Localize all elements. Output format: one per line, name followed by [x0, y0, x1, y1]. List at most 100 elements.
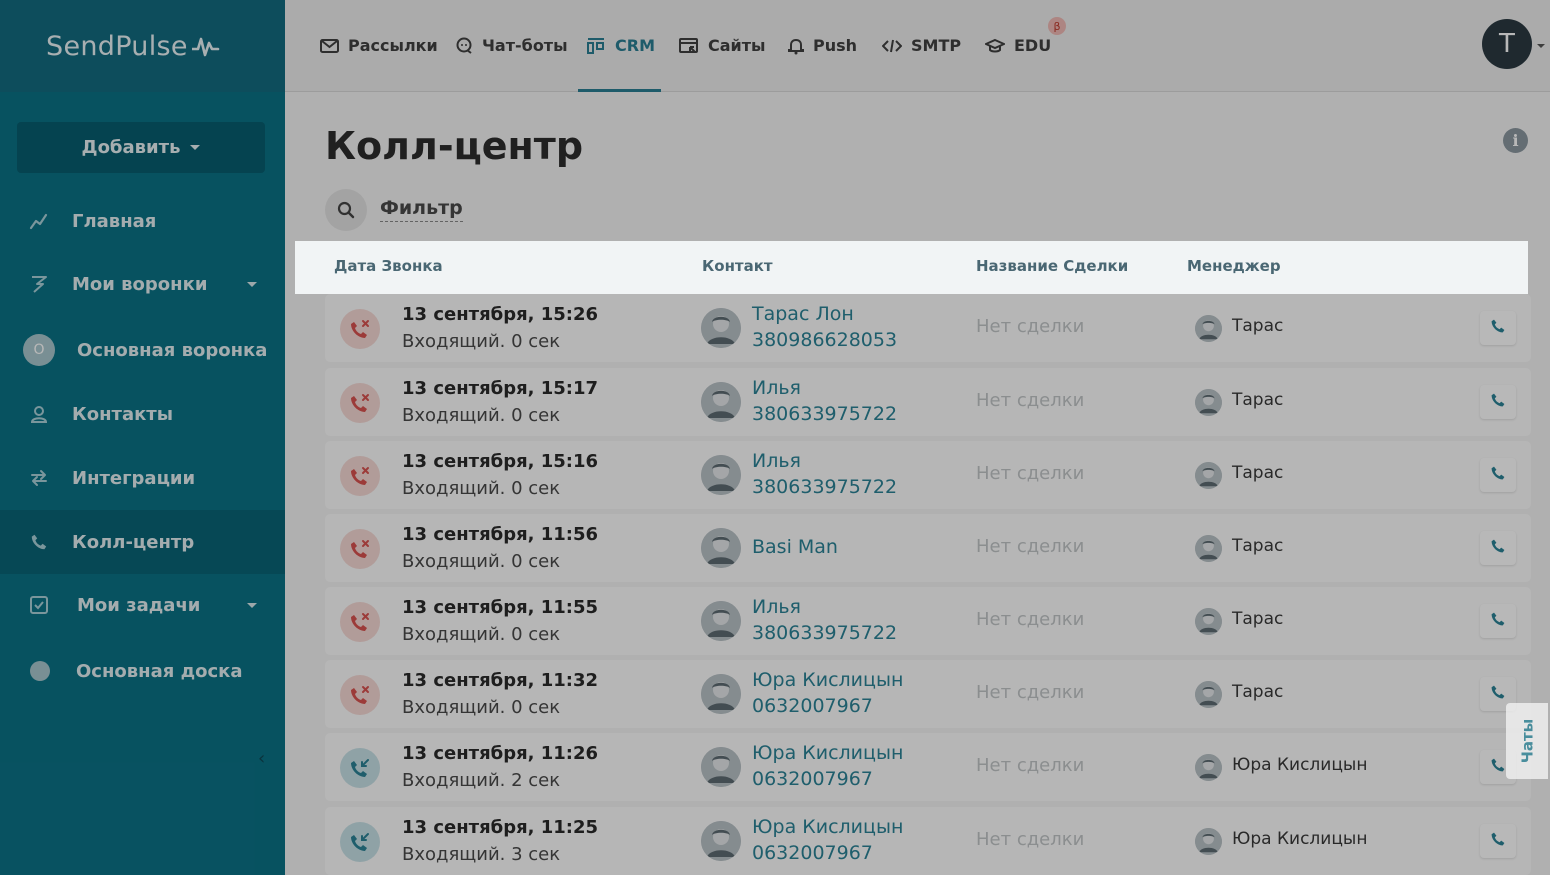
manager-avatar: [1195, 535, 1222, 562]
contact-name-link[interactable]: Илья: [752, 377, 801, 399]
logo[interactable]: SendPulse: [0, 0, 285, 92]
topnav-label: SMTP: [911, 36, 962, 55]
call-back-button[interactable]: [1480, 385, 1516, 419]
contact-name-link[interactable]: Илья: [752, 450, 801, 472]
contact-phone[interactable]: 0632007967: [752, 842, 873, 864]
user-avatar[interactable]: T: [1482, 19, 1532, 69]
column-header-deal[interactable]: Название Сделки: [976, 257, 1128, 275]
missed-call-icon: [340, 675, 380, 715]
call-date: 13 сентября, 11:32: [402, 670, 599, 691]
deal-name: Нет сделки: [976, 536, 1085, 557]
sidebar-item-label: Колл-центр: [72, 531, 195, 553]
call-direction-duration: Входящий. 3 сек: [402, 844, 561, 865]
contact-phone[interactable]: 380633975722: [752, 403, 897, 425]
sidebar-item-call-center[interactable]: Колл-центр: [0, 510, 285, 574]
filter-search-button[interactable]: [325, 189, 367, 231]
contacts-icon: [28, 403, 50, 425]
call-back-button[interactable]: [1480, 531, 1516, 565]
chevron-down-icon[interactable]: [1537, 44, 1545, 48]
chevron-down-icon[interactable]: [247, 281, 257, 287]
collapse-sidebar-icon[interactable]: ‹: [258, 748, 265, 769]
call-back-button[interactable]: [1480, 458, 1516, 492]
topnav-item-crm[interactable]: CRM: [586, 36, 655, 55]
contact-phone[interactable]: 380633975722: [752, 622, 897, 644]
column-header-date[interactable]: Дата Звонка: [334, 257, 443, 275]
contact-name-link[interactable]: Юра Кислицын: [752, 816, 903, 838]
search-icon: [337, 201, 355, 219]
call-back-button[interactable]: [1480, 604, 1516, 638]
table-row[interactable]: 13 сентября, 11:55 Входящий. 0 сек Илья 380…: [325, 587, 1531, 655]
topnav-item-smtp[interactable]: SMTP: [882, 36, 961, 55]
arrows-exchange-icon: [28, 467, 50, 489]
filter-toggle[interactable]: Фильтр: [380, 197, 463, 222]
contact-name-link[interactable]: Basi Man: [752, 536, 838, 558]
contact-phone[interactable]: 0632007967: [752, 695, 873, 717]
incoming-call-icon: [340, 748, 380, 788]
sidebar-item-home[interactable]: Главная: [0, 189, 285, 253]
funnel-badge: О: [23, 334, 55, 366]
contact-name-link[interactable]: Тарас Лон: [752, 303, 854, 325]
chats-tab[interactable]: Чаты: [1506, 703, 1548, 779]
call-back-button[interactable]: [1480, 311, 1516, 345]
contact-name-link[interactable]: Юра Кислицын: [752, 669, 903, 691]
call-direction-duration: Входящий. 2 сек: [402, 770, 561, 791]
deal-name: Нет сделки: [976, 609, 1085, 630]
code-icon: [882, 39, 902, 52]
table-row[interactable]: 13 сентября, 15:17 Входящий. 0 сек Илья 380…: [325, 368, 1531, 436]
contact-name-link[interactable]: Юра Кислицын: [752, 742, 903, 764]
table-row[interactable]: 13 сентября, 15:16 Входящий. 0 сек Илья 380…: [325, 441, 1531, 509]
call-direction-duration: Входящий. 0 сек: [402, 697, 561, 718]
topnav-item-edu[interactable]: EDU: [985, 36, 1051, 55]
topnav-label: Push: [813, 36, 858, 55]
bell-icon: [788, 38, 804, 54]
info-icon[interactable]: i: [1503, 128, 1528, 153]
sidebar-item-funnels[interactable]: Мои воронки: [0, 252, 285, 316]
table-row[interactable]: 13 сентября, 11:32 Входящий. 0 сек Юра Кис…: [325, 660, 1531, 728]
manager-avatar: [1195, 315, 1222, 342]
contact-phone[interactable]: 380633975722: [752, 476, 897, 498]
chevron-down-icon[interactable]: [247, 602, 257, 608]
manager-name: Юра Кислицын: [1232, 829, 1368, 849]
phone-icon: [1490, 611, 1506, 631]
call-direction-duration: Входящий. 0 сек: [402, 624, 561, 645]
missed-call-icon: [340, 529, 380, 569]
table-row[interactable]: 13 сентября, 11:56 Входящий. 0 сек Basi Ma…: [325, 514, 1531, 582]
contact-phone[interactable]: 380986628053: [752, 329, 897, 351]
top-navigation: Рассылки Чат-боты CRM Сайты Push SMTP ED…: [285, 0, 1550, 92]
sidebar: SendPulse Добавить Главная Мои воронки О…: [0, 0, 285, 875]
topnav-item-push[interactable]: Push: [788, 36, 857, 55]
table-row[interactable]: 13 сентября, 15:26 Входящий. 0 сек Тарас Л…: [325, 294, 1531, 362]
sidebar-item-tasks[interactable]: Мои задачи: [0, 573, 285, 637]
table-row[interactable]: 13 сентября, 11:26 Входящий. 2 сек Юра Кис…: [325, 733, 1531, 801]
sidebar-item-contacts[interactable]: Контакты: [0, 382, 285, 446]
sidebar-item-main-funnel[interactable]: О Основная воронка: [0, 318, 285, 382]
topnav-item-sites[interactable]: Сайты: [679, 36, 766, 55]
manager-name: Тарас: [1232, 463, 1284, 483]
deal-name: Нет сделки: [976, 390, 1085, 411]
phone-icon: [1490, 831, 1506, 851]
site-icon: [679, 37, 698, 53]
sidebar-item-integrations[interactable]: Интеграции: [0, 446, 285, 510]
sidebar-item-main-board[interactable]: Основная доска: [0, 639, 285, 703]
topnav-item-mailings[interactable]: Рассылки: [320, 36, 438, 55]
contact-name-link[interactable]: Илья: [752, 596, 801, 618]
column-header-contact[interactable]: Контакт: [702, 257, 773, 275]
table-row[interactable]: 13 сентября, 11:25 Входящий. 3 сек Юра Кис…: [325, 807, 1531, 875]
contact-phone[interactable]: 0632007967: [752, 768, 873, 790]
topnav-label: Чат-боты: [482, 36, 568, 55]
pulse-icon: [191, 37, 220, 57]
topnav-item-chatbots[interactable]: Чат-боты: [455, 36, 568, 55]
column-header-manager[interactable]: Менеджер: [1187, 257, 1281, 275]
call-back-button[interactable]: [1480, 824, 1516, 858]
topnav-label: Рассылки: [348, 36, 438, 55]
call-direction-duration: Входящий. 0 сек: [402, 405, 561, 426]
incoming-call-icon: [340, 822, 380, 862]
deal-name: Нет сделки: [976, 755, 1085, 776]
manager-avatar: [1195, 681, 1222, 708]
page-title: Колл-центр: [325, 124, 584, 168]
manager-name: Тарас: [1232, 316, 1284, 336]
contact-avatar: [701, 674, 741, 714]
add-button[interactable]: Добавить: [17, 122, 265, 173]
phone-icon: [1490, 318, 1506, 338]
call-date: 13 сентября, 11:56: [402, 524, 599, 545]
